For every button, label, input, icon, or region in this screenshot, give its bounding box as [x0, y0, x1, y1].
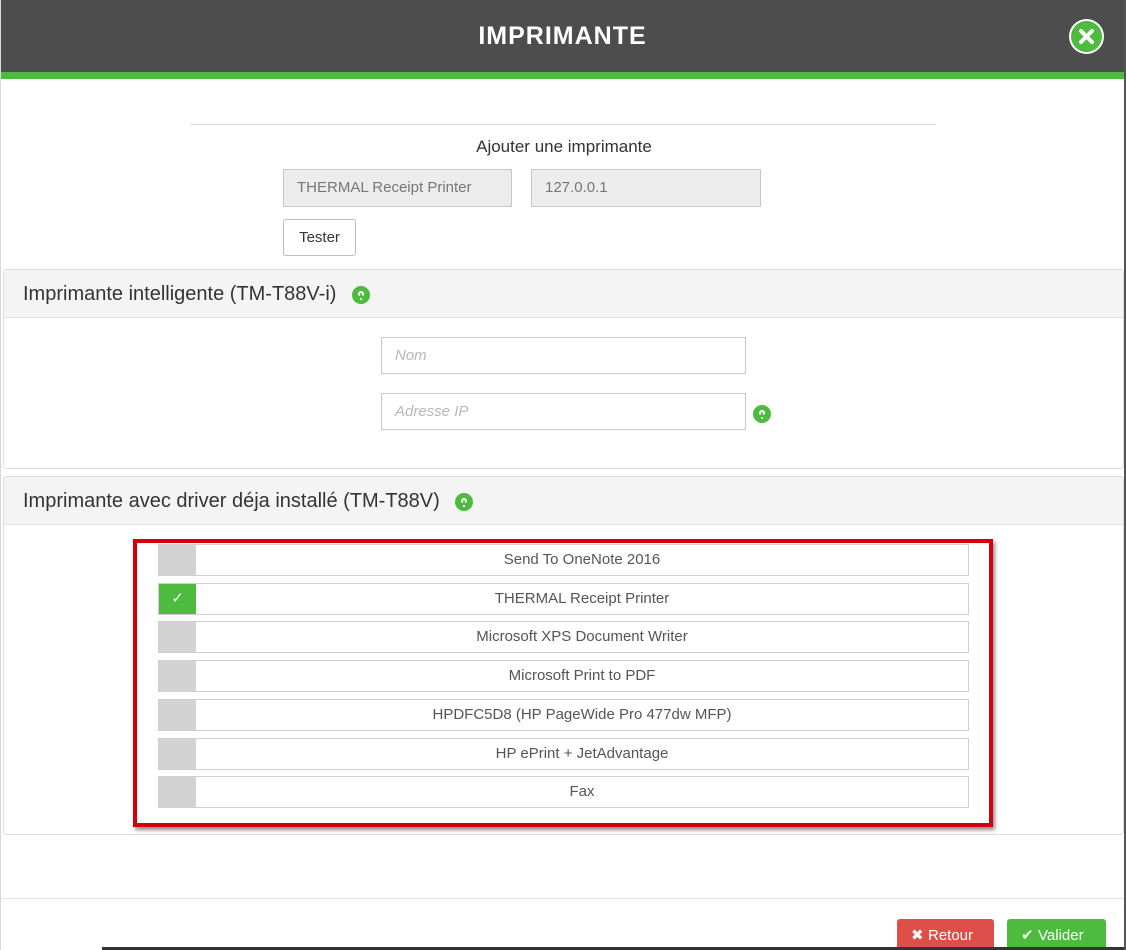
back-button[interactable]: ✖ Retour — [897, 919, 994, 950]
printer-row[interactable]: Microsoft XPS Document Writer — [158, 621, 969, 653]
ip-help-icon[interactable] — [753, 405, 771, 423]
printer-label: Fax — [569, 783, 595, 800]
printer-label: HP ePrint + JetAdvantage — [495, 745, 669, 762]
printer-checkbox[interactable] — [159, 700, 196, 730]
check-icon — [159, 777, 196, 807]
panel-header: Imprimante avec driver déja installé (TM… — [4, 477, 1123, 525]
driver-printer-title: Imprimante avec driver déja installé (TM… — [23, 490, 440, 512]
divider — [190, 124, 936, 125]
printer-label: Send To OneNote 2016 — [503, 551, 661, 568]
printer-row[interactable]: Fax — [158, 776, 969, 808]
close-icon[interactable] — [1069, 19, 1104, 54]
printer-checkbox[interactable] — [159, 545, 196, 575]
printer-checkbox[interactable] — [159, 739, 196, 769]
printer-modal: IMPRIMANTE Ajouter une imprimante THERMA… — [0, 0, 1126, 950]
check-icon — [159, 622, 196, 652]
printer-label: THERMAL Receipt Printer — [494, 590, 670, 607]
printer-label: HPDFC5D8 (HP PageWide Pro 477dw MFP) — [432, 706, 732, 723]
printer-row[interactable]: Send To OneNote 2016 — [158, 544, 969, 576]
check-icon — [159, 661, 196, 691]
panel-header: Imprimante intelligente (TM-T88V-i) — [4, 270, 1123, 318]
close-x-glyph — [1079, 29, 1094, 44]
printer-checkbox[interactable] — [159, 661, 196, 691]
modal-title: IMPRIMANTE — [478, 22, 647, 50]
close-icon: ✖ — [911, 927, 924, 944]
check-icon: ✓ — [171, 590, 184, 607]
validate-button[interactable]: ✔ Valider — [1007, 919, 1106, 950]
printer-row[interactable]: HP ePrint + JetAdvantage — [158, 738, 969, 770]
validate-button-label: Valider — [1038, 927, 1084, 944]
add-printer-title: Ajouter une imprimante — [476, 137, 652, 156]
printer-checkbox[interactable]: ✓ — [159, 584, 196, 614]
printer-row[interactable]: HPDFC5D8 (HP PageWide Pro 477dw MFP) — [158, 699, 969, 731]
check-icon — [159, 545, 196, 575]
printer-name-field[interactable]: THERMAL Receipt Printer — [283, 169, 512, 207]
check-icon: ✔ — [1021, 927, 1034, 944]
footer-divider — [1, 898, 1124, 899]
check-icon — [159, 739, 196, 769]
panel-title: Imprimante intelligente (TM-T88V-i) — [23, 270, 370, 318]
modal-header: IMPRIMANTE — [1, 0, 1124, 72]
printer-row[interactable]: Microsoft Print to PDF — [158, 660, 969, 692]
smart-printer-title: Imprimante intelligente (TM-T88V-i) — [23, 283, 337, 305]
printer-checkbox[interactable] — [159, 777, 196, 807]
help-icon[interactable] — [352, 285, 370, 304]
check-icon — [159, 700, 196, 730]
header-accent-bar — [1, 72, 1124, 79]
name-input[interactable]: Nom — [381, 337, 746, 374]
printer-label: Microsoft Print to PDF — [508, 667, 656, 684]
help-icon[interactable] — [455, 492, 474, 511]
printer-ip-field[interactable]: 127.0.0.1 — [531, 169, 761, 207]
ip-address-input[interactable]: Adresse IP — [381, 393, 746, 430]
printer-checkbox[interactable] — [159, 622, 196, 652]
printer-label: Microsoft XPS Document Writer — [476, 628, 688, 645]
panel-title: Imprimante avec driver déja installé (TM… — [23, 477, 474, 525]
printer-row[interactable]: ✓ THERMAL Receipt Printer — [158, 583, 969, 615]
test-button[interactable]: Tester — [283, 219, 356, 256]
back-button-label: Retour — [928, 927, 974, 944]
